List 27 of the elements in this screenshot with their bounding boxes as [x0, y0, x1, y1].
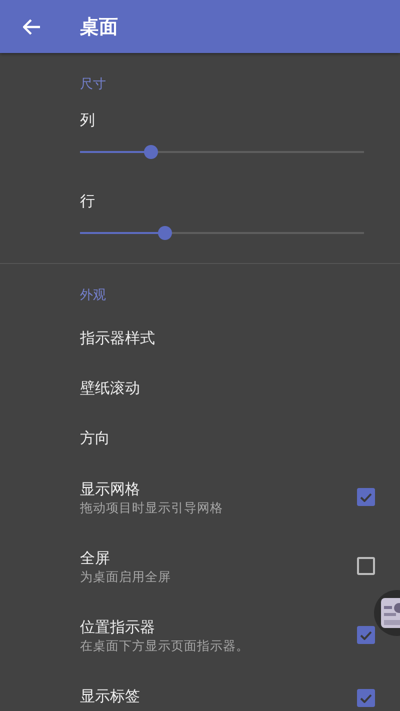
- checkbox[interactable]: [357, 626, 375, 644]
- setting-title: 显示标签: [80, 686, 140, 706]
- setting-description: 在桌面下方显示页面指示器。: [80, 637, 249, 655]
- settings-item[interactable]: 壁纸滚动: [0, 363, 400, 413]
- slider-label: 列: [80, 110, 95, 130]
- check-icon: [360, 492, 372, 502]
- screen-title: 桌面: [80, 14, 118, 38]
- slider-thumb[interactable]: [144, 145, 158, 159]
- slider-track[interactable]: [80, 145, 364, 159]
- check-icon: [360, 630, 372, 640]
- settings-item[interactable]: 指示器样式: [0, 313, 400, 363]
- section-header: 尺寸: [80, 76, 106, 94]
- setting-description: 为桌面启用全屏: [80, 568, 171, 586]
- settings-item[interactable]: 方向: [0, 413, 400, 463]
- slider-track[interactable]: [80, 226, 364, 240]
- checkbox[interactable]: [357, 488, 375, 506]
- checkbox[interactable]: [357, 689, 375, 707]
- setting-title: 位置指示器: [80, 617, 155, 637]
- setting-title: 全屏: [80, 548, 110, 568]
- slider-label: 行: [80, 191, 95, 211]
- setting-title: 显示网格: [80, 479, 140, 499]
- check-icon: [360, 694, 372, 702]
- setting-description: 拖动项目时显示引导网格: [80, 499, 223, 517]
- checkbox[interactable]: [357, 557, 375, 575]
- back-arrow-icon: [23, 18, 41, 34]
- slider-thumb[interactable]: [158, 226, 172, 240]
- section-header: 外观: [80, 287, 106, 305]
